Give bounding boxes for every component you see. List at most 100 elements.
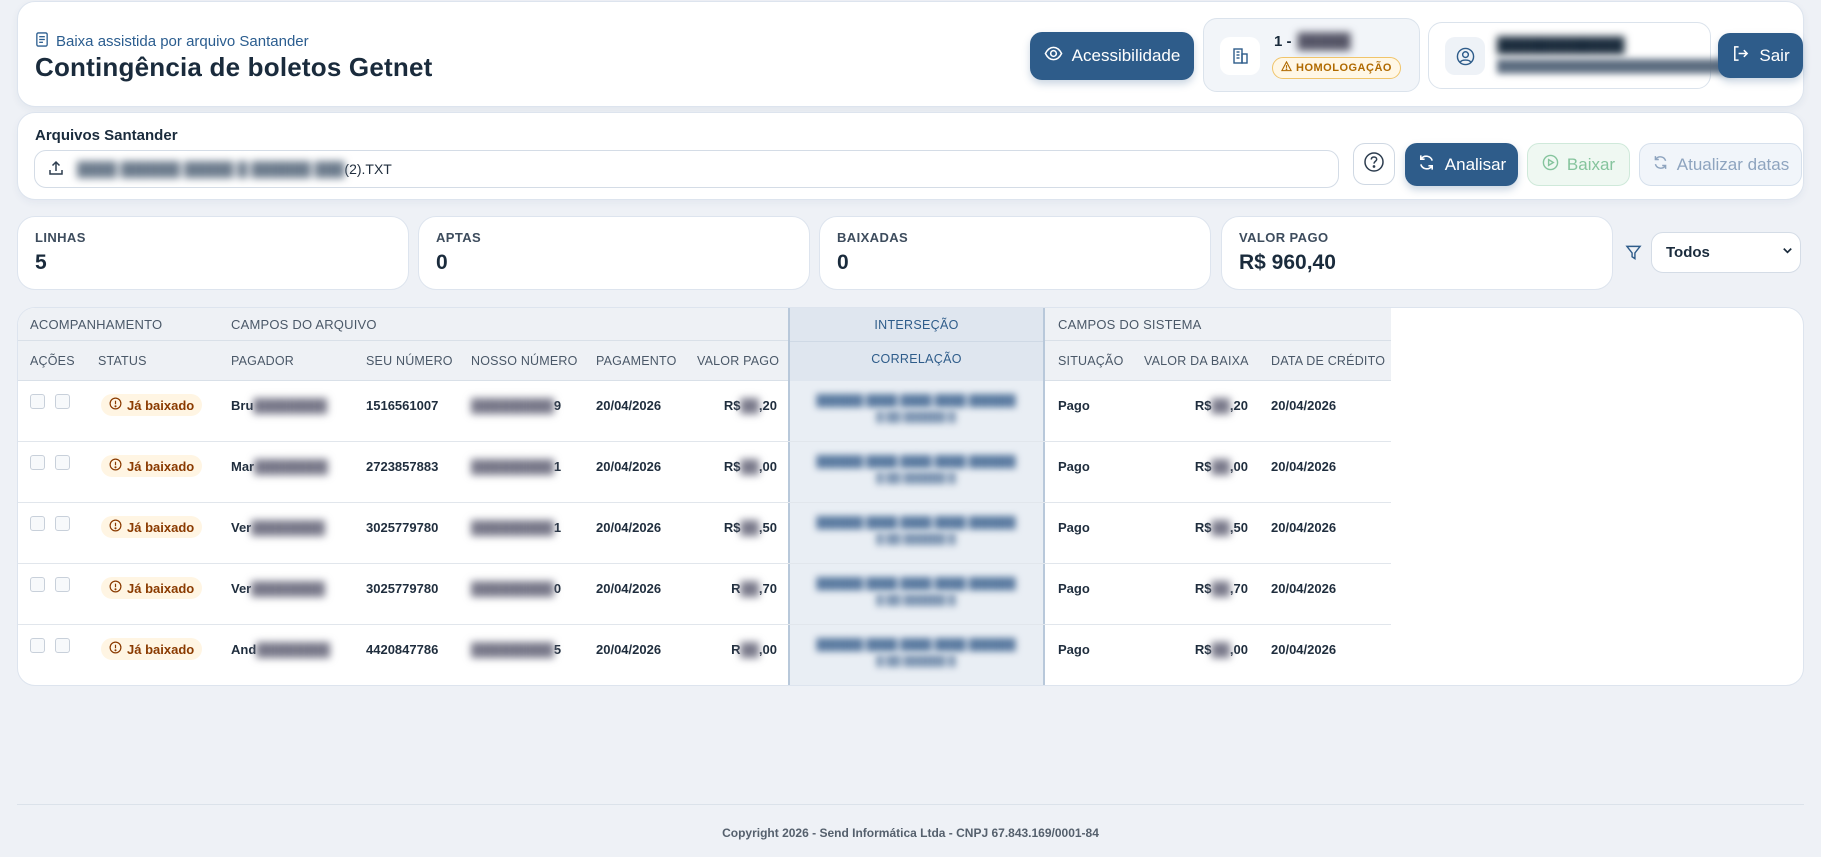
nosso-numero-cell: █████████0: [471, 581, 561, 596]
building-icon: [1220, 37, 1260, 75]
correlation-detail: █ ██ ██████ █: [876, 412, 956, 423]
row-checkbox-secondary[interactable]: [55, 455, 70, 470]
col-write-off-value: VALOR DA BAIXA: [1144, 354, 1249, 368]
filter-selected: Todos: [1666, 244, 1710, 261]
row-checkbox[interactable]: [30, 516, 45, 531]
alert-circle-icon: [109, 397, 122, 413]
row-checkbox-secondary[interactable]: [55, 394, 70, 409]
payment-cell: 20/04/2026: [596, 459, 662, 474]
paid-value-cell: R$██,20: [697, 398, 777, 413]
paid-value-prefix: R$: [723, 520, 741, 535]
nosso-numero-hidden: █████████: [471, 520, 554, 535]
paid-value-cell: R$██,50: [697, 520, 777, 535]
group-system-fields: CAMPOS DO SISTEMA: [1058, 317, 1202, 332]
write-off-hidden: ██: [1211, 520, 1230, 535]
company-name-hidden: █████: [1297, 33, 1351, 50]
nosso-numero-end: 1: [553, 520, 562, 535]
group-tracking: ACOMPANHAMENTO: [30, 317, 163, 332]
write-off-suffix: ,20: [1229, 398, 1248, 413]
status-badge: Já baixado: [101, 577, 203, 599]
write-off-suffix: ,00: [1229, 459, 1248, 474]
row-checkbox[interactable]: [30, 455, 45, 470]
accessibility-button[interactable]: Acessibilidade: [1030, 32, 1194, 80]
write-off-hidden: ██: [1211, 459, 1230, 474]
write-off-value-cell: R$██,70: [1144, 581, 1248, 596]
paid-value-hidden: ██: [740, 398, 759, 413]
stat-label: VALOR PAGO: [1239, 230, 1329, 245]
row-checkbox[interactable]: [30, 577, 45, 592]
write-off-value-cell: R$██,20: [1144, 398, 1248, 413]
credit-date-cell: 20/04/2026: [1271, 520, 1337, 535]
analyze-button[interactable]: Analisar: [1405, 143, 1518, 186]
file-label: Arquivos Santander: [35, 127, 178, 144]
paid-value-hidden: ██: [740, 642, 759, 657]
exit-button[interactable]: Sair: [1718, 33, 1803, 78]
payer-cell: And████████: [231, 642, 330, 657]
document-icon: [35, 32, 49, 51]
row-checkbox-secondary[interactable]: [55, 638, 70, 653]
paid-value-suffix: ,00: [758, 459, 777, 474]
situation-cell: Pago: [1058, 520, 1090, 535]
analyze-label: Analisar: [1444, 154, 1507, 174]
stat-value: 0: [436, 251, 448, 274]
stat-card-paid-value: VALOR PAGO R$ 960,40: [1221, 216, 1613, 290]
nosso-numero-end: 9: [553, 398, 562, 413]
status-badge: Já baixado: [101, 394, 203, 416]
company-selector[interactable]: 1 - █████ HOMOLOGAÇÃO: [1203, 18, 1420, 92]
write-off-hidden: ██: [1211, 642, 1230, 657]
correlation-id: ██████ ████ ████ ████ ██████: [816, 639, 1016, 651]
stat-value: 0: [837, 251, 849, 274]
status-badge: Já baixado: [101, 516, 203, 538]
upload-icon: [48, 160, 64, 179]
row-checkbox[interactable]: [30, 394, 45, 409]
payer-hidden: ████████: [254, 459, 328, 474]
table-row: Já baixado Ver████████ 3025779780 ██████…: [18, 503, 1391, 564]
intersection-header: INTERSEÇÃO CORRELAÇÃO: [788, 308, 1045, 381]
help-button[interactable]: [1353, 143, 1395, 185]
correlation-id: ██████ ████ ████ ████ ██████: [816, 395, 1016, 407]
results-table: INTERSEÇÃO CORRELAÇÃO ACOMPANHAMENTO CAM…: [17, 307, 1804, 686]
file-upload-input[interactable]: ████ ██████ █████ █ ██████ ███(2).TXT: [34, 150, 1339, 188]
intersection-divider: [790, 341, 1043, 342]
credit-date-cell: 20/04/2026: [1271, 398, 1337, 413]
nosso-numero-hidden: █████████: [471, 398, 554, 413]
group-intersection: INTERSEÇÃO: [874, 318, 959, 332]
group-file-fields: CAMPOS DO ARQUIVO: [231, 317, 377, 332]
download-label: Baixar: [1566, 154, 1616, 174]
paid-value-suffix: ,20: [758, 398, 777, 413]
status-filter-select[interactable]: Todos: [1651, 232, 1801, 273]
situation-cell: Pago: [1058, 581, 1090, 596]
payer-hidden: ████████: [253, 398, 328, 413]
user-profile[interactable]: ████████████ ███████████████████████████…: [1428, 22, 1735, 89]
nosso-numero-hidden: █████████: [471, 459, 554, 474]
write-off-suffix: ,50: [1229, 520, 1248, 535]
write-off-prefix: R$: [1194, 581, 1212, 596]
row-checkbox-secondary[interactable]: [55, 577, 70, 592]
payment-cell: 20/04/2026: [596, 398, 662, 413]
row-checkbox-secondary[interactable]: [55, 516, 70, 531]
status-text: Já baixado: [127, 641, 195, 657]
company-code: 1 - █████: [1274, 33, 1351, 50]
refresh-icon: [1417, 153, 1436, 177]
write-off-suffix: ,00: [1229, 642, 1248, 657]
table-row: Já baixado Mar████████ 2723857883 ██████…: [18, 442, 1391, 503]
refresh-icon: [1652, 154, 1669, 176]
credit-date-cell: 20/04/2026: [1271, 581, 1337, 596]
environment-label: HOMOLOGAÇÃO: [1296, 62, 1392, 74]
col-situation: SITUAÇÃO: [1058, 354, 1124, 368]
company-code-text: 1 -: [1274, 33, 1292, 50]
update-dates-button[interactable]: Atualizar datas: [1639, 143, 1802, 186]
col-credit-date: DATA DE CRÉDITO: [1271, 354, 1386, 368]
row-checkbox[interactable]: [30, 638, 45, 653]
download-button[interactable]: Baixar: [1527, 143, 1630, 186]
correlation-detail: █ ██ ██████ █: [876, 534, 956, 545]
payer-hidden: ████████: [251, 581, 325, 596]
status-text: Já baixado: [127, 580, 195, 596]
paid-value-prefix: R: [731, 642, 741, 657]
seu-numero-cell: 2723857883: [366, 459, 439, 474]
nosso-numero-cell: █████████5: [471, 642, 561, 657]
paid-value-cell: R██,70: [697, 581, 777, 596]
correlation-id: ██████ ████ ████ ████ ██████: [816, 578, 1016, 590]
col-nosso-numero: NOSSO NÚMERO: [471, 354, 578, 368]
file-panel: Arquivos Santander ████ ██████ █████ █ █…: [17, 112, 1804, 200]
